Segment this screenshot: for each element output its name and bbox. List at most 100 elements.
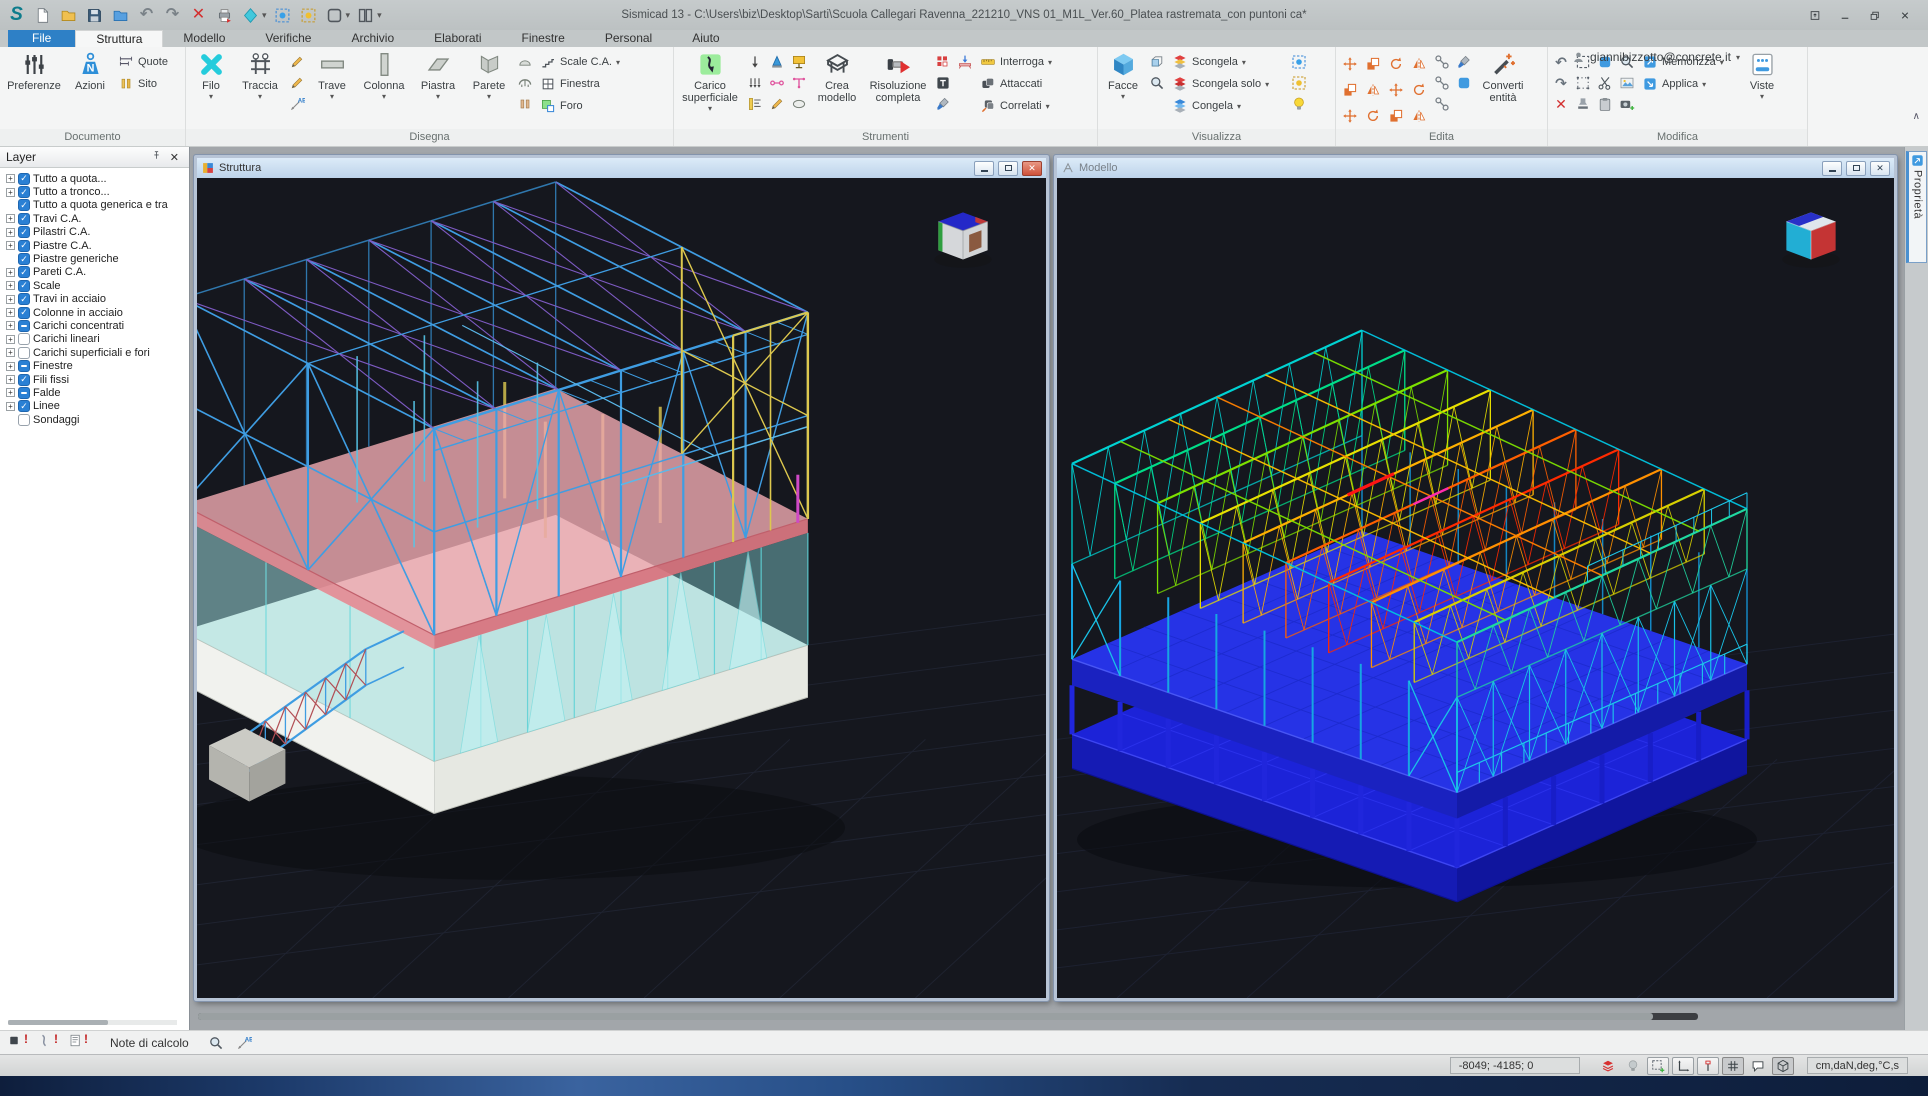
view-box-button[interactable] xyxy=(1147,52,1167,71)
layer-visibility-checkbox[interactable] xyxy=(18,240,30,252)
sketch-button[interactable] xyxy=(767,94,787,113)
horizontal-scrollbar[interactable] xyxy=(198,1013,1698,1020)
select-visible-blue-button[interactable] xyxy=(1289,52,1309,71)
layer-item[interactable]: + Carichi lineari xyxy=(4,333,189,346)
modello-3d-viewport[interactable] xyxy=(1057,178,1894,998)
menu-tab[interactable]: Archivio xyxy=(331,30,414,47)
close-button[interactable] xyxy=(1892,5,1918,25)
visibility-status-button[interactable] xyxy=(1622,1057,1644,1075)
open-folder-button[interactable] xyxy=(58,5,79,26)
risoluzione-completa-button[interactable]: Risoluzione completa xyxy=(865,49,931,127)
crea-modello-button[interactable]: Crea modello xyxy=(811,49,863,127)
tree-expander-icon[interactable]: + xyxy=(6,295,15,304)
note-document-button[interactable]: ! xyxy=(66,1033,90,1052)
revolve-tool-button[interactable] xyxy=(1362,104,1384,127)
layer-item[interactable]: + Tutto a quota... xyxy=(4,172,189,185)
annotate-button[interactable] xyxy=(233,1033,255,1053)
copy-tool-button[interactable] xyxy=(1362,52,1384,75)
layer-item[interactable]: + Pareti C.A. xyxy=(4,266,189,279)
move-tool-button[interactable] xyxy=(1339,52,1361,75)
model-space-toggle[interactable] xyxy=(1772,1057,1794,1075)
struttura-3d-viewport[interactable] xyxy=(197,178,1046,998)
zoom-button[interactable] xyxy=(1147,73,1167,92)
finestra-button[interactable]: Finestra xyxy=(537,74,633,94)
layer-item[interactable]: + Tutto a tronco... xyxy=(4,185,189,198)
tree-expander-icon[interactable]: + xyxy=(6,281,15,290)
carico-superficiale-button[interactable]: Carico superficiale▾ xyxy=(677,49,743,127)
align-tool-button[interactable] xyxy=(1385,78,1407,101)
layer-visibility-checkbox[interactable] xyxy=(18,333,30,345)
layer-item[interactable]: + Pilastri C.A. xyxy=(4,226,189,239)
traccia-button[interactable]: Traccia▾ xyxy=(235,49,285,127)
paste-button[interactable] xyxy=(1595,94,1615,113)
piastra-button[interactable]: Piastra▾ xyxy=(413,49,463,127)
viste-button[interactable]: Viste▾ xyxy=(1741,49,1783,127)
layer-visibility-checkbox[interactable] xyxy=(18,360,30,372)
layer-panel-scrollbar[interactable] xyxy=(8,1020,177,1025)
menu-tab[interactable]: Modello xyxy=(163,30,245,47)
preferenze-button[interactable]: Preferenze xyxy=(3,49,65,127)
pencil-label-button[interactable] xyxy=(287,94,307,113)
tree-expander-icon[interactable]: + xyxy=(6,241,15,250)
sito-button[interactable]: Sito xyxy=(115,74,181,94)
modello-window-titlebar[interactable]: Modello ✕ xyxy=(1057,158,1894,178)
layer-visibility-checkbox[interactable] xyxy=(18,213,30,225)
struttura-minimize-button[interactable] xyxy=(974,161,994,176)
layer-item[interactable]: + Travi C.A. xyxy=(4,212,189,225)
line-load-button[interactable] xyxy=(745,73,765,92)
windows-taskbar[interactable] xyxy=(0,1076,1928,1096)
minimize-button[interactable] xyxy=(1832,5,1858,25)
scrollbar-thumb[interactable] xyxy=(198,1013,1653,1020)
pencil-draw-button[interactable] xyxy=(287,52,307,71)
scale-ca-button[interactable]: Scale C.A.▾ xyxy=(537,52,633,72)
modello-view-cube[interactable] xyxy=(1772,206,1850,272)
account-menu[interactable]: giannibizzotto@concrete.it ▾ xyxy=(1572,50,1740,64)
modello-minimize-button[interactable] xyxy=(1822,161,1842,176)
open-project-button[interactable] xyxy=(110,5,131,26)
node-button[interactable] xyxy=(1432,94,1452,113)
print-button[interactable] xyxy=(214,5,235,26)
window-button[interactable] xyxy=(324,5,345,26)
pencil-edit-button[interactable] xyxy=(287,73,307,92)
scrollbar-thumb[interactable] xyxy=(8,1020,108,1025)
layer-visibility-checkbox[interactable] xyxy=(18,387,30,399)
rotate-tool-button[interactable] xyxy=(1385,52,1407,75)
tree-expander-icon[interactable]: + xyxy=(6,214,15,223)
layer-visibility-checkbox[interactable] xyxy=(18,400,30,412)
pin-panel-icon[interactable] xyxy=(147,150,166,164)
add-selection-toggle[interactable] xyxy=(1647,1057,1669,1075)
stamp-button[interactable] xyxy=(1573,94,1593,113)
tree-expander-icon[interactable]: + xyxy=(6,268,15,277)
trim-tool-button[interactable] xyxy=(1385,104,1407,127)
freeze-selection-yellow-button[interactable] xyxy=(298,5,319,26)
layer-visibility-checkbox[interactable] xyxy=(18,307,30,319)
dome-roof-button[interactable] xyxy=(515,52,535,71)
layer-item[interactable]: + Piastre generiche xyxy=(4,252,189,265)
mesh-check-button[interactable] xyxy=(933,52,953,71)
close-panel-icon[interactable]: ✕ xyxy=(166,151,183,164)
note-block-button[interactable]: ! xyxy=(6,1033,30,1052)
layer-item[interactable]: + Travi in acciaio xyxy=(4,293,189,306)
offset-tool-button[interactable] xyxy=(1408,52,1430,75)
azioni-button[interactable]: Azioni xyxy=(67,49,113,127)
units-indicator[interactable]: cm,daN,deg,°C,s xyxy=(1807,1057,1908,1074)
converti-entita-button[interactable]: Converti entità xyxy=(1476,49,1530,127)
layer-item[interactable]: + Sondaggi xyxy=(4,413,189,426)
plinth-button[interactable] xyxy=(789,52,809,71)
layer-item[interactable]: + Colonne in acciaio xyxy=(4,306,189,319)
correlati-button[interactable]: Correlati▾ xyxy=(977,96,1077,116)
filo-button[interactable]: Filo▾ xyxy=(189,49,233,127)
quote-button[interactable]: Quote xyxy=(115,52,181,72)
dock-window-button[interactable] xyxy=(1802,5,1828,25)
layer-visibility-checkbox[interactable] xyxy=(18,226,30,238)
layer-visibility-checkbox[interactable] xyxy=(18,293,30,305)
modello-restore-button[interactable] xyxy=(1846,161,1866,176)
tooltip-toggle[interactable] xyxy=(1747,1057,1769,1075)
cone-support-button[interactable] xyxy=(767,52,787,71)
point-load-button[interactable] xyxy=(745,52,765,71)
mirror-tool-button[interactable] xyxy=(1362,78,1384,101)
freeze-selection-blue-button[interactable] xyxy=(272,5,293,26)
foro-button[interactable]: Foro xyxy=(537,96,633,116)
menu-tab[interactable]: Personal xyxy=(585,30,672,47)
tree-expander-icon[interactable]: + xyxy=(6,388,15,397)
